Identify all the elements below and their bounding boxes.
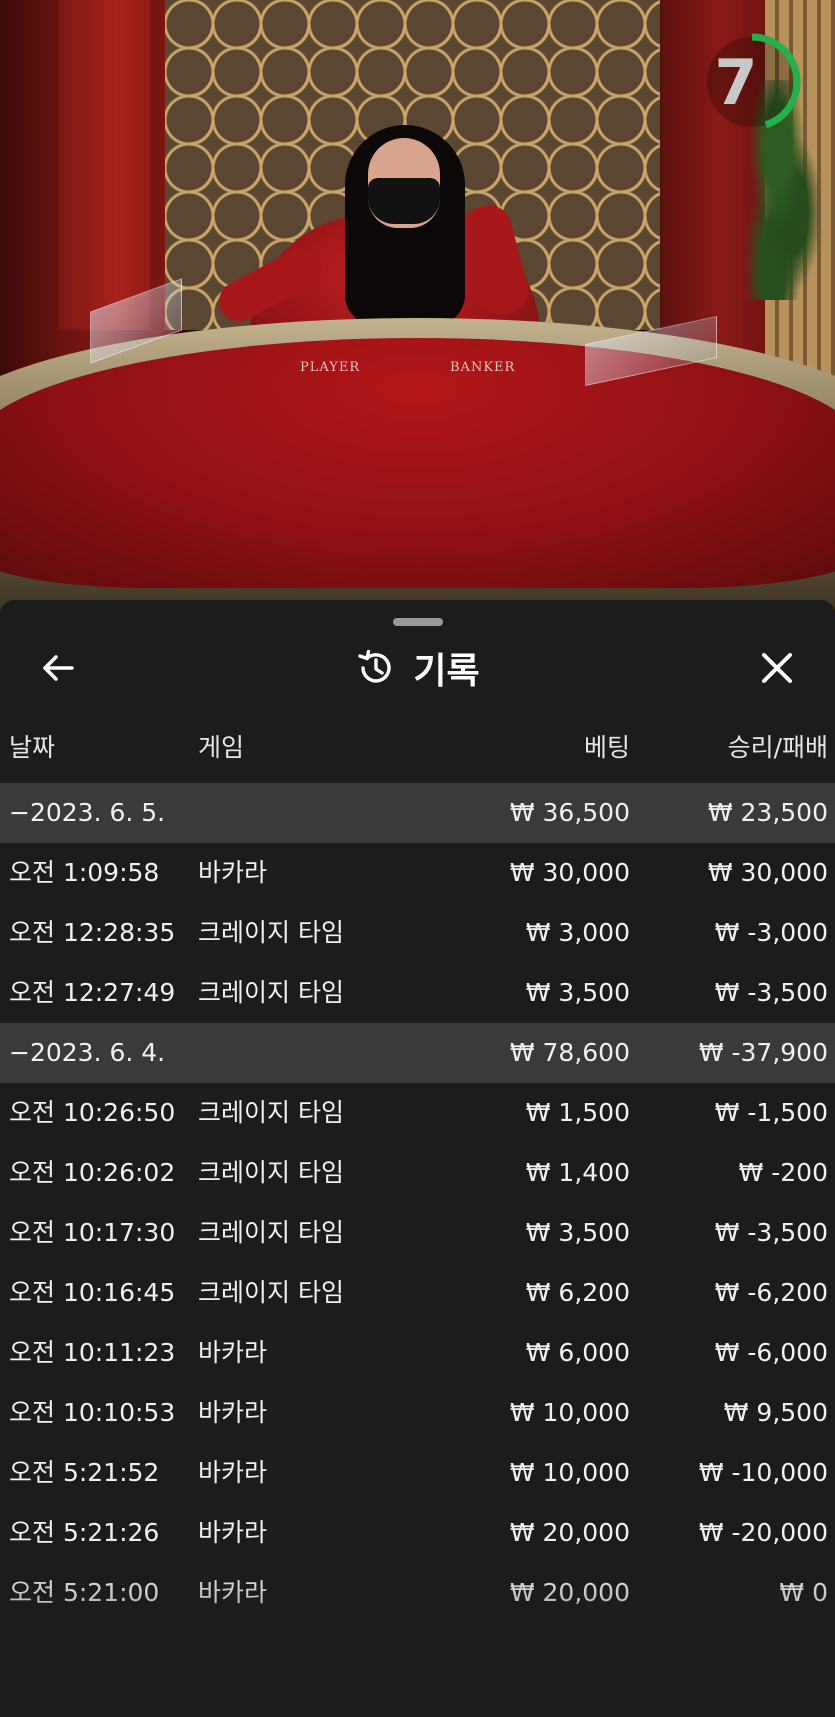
- history-row[interactable]: 오전 5:21:52 바카라 ₩ 10,000 ₩ -10,000: [0, 1443, 835, 1503]
- row-time: 오전 10:10:53: [9, 1398, 176, 1427]
- row-result: ₩ -200: [738, 1158, 828, 1187]
- row-game: 바카라: [198, 1398, 268, 1427]
- row-time: 오전 1:09:58: [9, 858, 160, 887]
- felt-label-banker: BANKER: [450, 360, 516, 375]
- row-game: 바카라: [198, 1518, 268, 1547]
- felt-label-player: PLAYER: [300, 360, 361, 375]
- countdown-timer-value: 7: [714, 45, 758, 119]
- row-game: 크레이지 타임: [198, 978, 344, 1007]
- history-row[interactable]: 오전 10:16:45 크레이지 타임 ₩ 6,200 ₩ -6,200: [0, 1263, 835, 1323]
- row-bet: ₩ 20,000: [509, 1578, 630, 1607]
- row-bet: ₩ 10,000: [509, 1398, 630, 1427]
- row-bet: ₩ 3,500: [525, 1218, 630, 1247]
- group-result-total: ₩ 23,500: [707, 798, 828, 827]
- row-time: 오전 10:26:02: [9, 1158, 176, 1187]
- row-time: 오전 10:16:45: [9, 1278, 176, 1307]
- row-time: 오전 5:21:52: [9, 1458, 160, 1487]
- live-video: PLAYER BANKER 7: [0, 0, 835, 640]
- group-bet-total: ₩ 78,600: [509, 1038, 630, 1067]
- date-group-row[interactable]: −2023. 6. 4. ₩ 78,600 ₩ -37,900: [0, 1023, 835, 1083]
- row-time: 오전 12:27:49: [9, 978, 176, 1007]
- row-bet: ₩ 6,200: [525, 1278, 630, 1307]
- history-row[interactable]: 오전 10:26:50 크레이지 타임 ₩ 1,500 ₩ -1,500: [0, 1083, 835, 1143]
- row-game: 바카라: [198, 858, 268, 887]
- row-result: ₩ -3,500: [714, 1218, 828, 1247]
- group-date: −2023. 6. 5.: [9, 798, 166, 827]
- row-bet: ₩ 1,500: [525, 1098, 630, 1127]
- row-time: 오전 12:28:35: [9, 918, 176, 947]
- row-result: ₩ -10,000: [698, 1458, 828, 1487]
- row-result: ₩ 30,000: [707, 858, 828, 887]
- back-button[interactable]: [28, 638, 88, 698]
- close-button[interactable]: [747, 638, 807, 698]
- row-time: 오전 5:21:00: [9, 1578, 160, 1607]
- history-row[interactable]: 오전 10:10:53 바카라 ₩ 10,000 ₩ 9,500: [0, 1383, 835, 1443]
- row-bet: ₩ 30,000: [509, 858, 630, 887]
- history-row[interactable]: 오전 10:26:02 크레이지 타임 ₩ 1,400 ₩ -200: [0, 1143, 835, 1203]
- history-row[interactable]: 오전 1:09:58 바카라 ₩ 30,000 ₩ 30,000: [0, 843, 835, 903]
- row-game: 크레이지 타임: [198, 918, 344, 947]
- row-time: 오전 5:21:26: [9, 1518, 160, 1547]
- column-header-date: 날짜: [9, 733, 56, 762]
- column-header-bet: 베팅: [583, 733, 630, 762]
- row-game: 크레이지 타임: [198, 1098, 344, 1127]
- row-bet: ₩ 3,000: [525, 918, 630, 947]
- row-result: ₩ -3,500: [714, 978, 828, 1007]
- row-game: 바카라: [198, 1338, 268, 1367]
- row-bet: ₩ 1,400: [525, 1158, 630, 1187]
- row-result: ₩ -20,000: [698, 1518, 828, 1547]
- history-row[interactable]: 오전 10:11:23 바카라 ₩ 6,000 ₩ -6,000: [0, 1323, 835, 1383]
- column-header-result: 승리/패배: [727, 733, 828, 762]
- group-result-total: ₩ -37,900: [698, 1038, 828, 1067]
- history-row[interactable]: 오전 12:28:35 크레이지 타임 ₩ 3,000 ₩ -3,000: [0, 903, 835, 963]
- group-date: −2023. 6. 4.: [9, 1038, 166, 1067]
- history-list: −2023. 6. 5. ₩ 36,500 ₩ 23,500 오전 1:09:58 바카…: [0, 783, 835, 1623]
- history-icon: [358, 649, 392, 683]
- row-result: ₩ -6,200: [714, 1278, 828, 1307]
- row-result: ₩ -1,500: [714, 1098, 828, 1127]
- row-game: 바카라: [198, 1578, 268, 1607]
- date-group-row[interactable]: −2023. 6. 5. ₩ 36,500 ₩ 23,500: [0, 783, 835, 843]
- row-game: 크레이지 타임: [198, 1278, 344, 1307]
- history-row[interactable]: 오전 10:17:30 크레이지 타임 ₩ 3,500 ₩ -3,500: [0, 1203, 835, 1263]
- history-row[interactable]: 오전 5:21:26 바카라 ₩ 20,000 ₩ -20,000: [0, 1503, 835, 1563]
- row-result: ₩ 9,500: [723, 1398, 828, 1427]
- row-result: ₩ 0: [779, 1578, 828, 1607]
- row-game: 크레이지 타임: [198, 1218, 344, 1247]
- row-game: 크레이지 타임: [198, 1158, 344, 1187]
- row-result: ₩ -3,000: [714, 918, 828, 947]
- arrow-left-icon: [43, 655, 74, 681]
- history-row[interactable]: 오전 5:21:00 바카라 ₩ 20,000 ₩ 0: [0, 1563, 835, 1623]
- dealer-mask: [368, 178, 440, 224]
- history-row[interactable]: 오전 12:27:49 크레이지 타임 ₩ 3,500 ₩ -3,500: [0, 963, 835, 1023]
- row-bet: ₩ 3,500: [525, 978, 630, 1007]
- close-icon: [762, 653, 792, 683]
- row-time: 오전 10:11:23: [9, 1338, 176, 1367]
- row-bet: ₩ 10,000: [509, 1458, 630, 1487]
- row-time: 오전 10:17:30: [9, 1218, 176, 1247]
- row-bet: ₩ 6,000: [525, 1338, 630, 1367]
- drag-handle[interactable]: [393, 618, 443, 626]
- history-sheet: 기록 날짜 게임 베팅 승리/패배 −2023. 6. 5. ₩ 36,500 ₩ …: [0, 600, 835, 1717]
- row-time: 오전 10:26:50: [9, 1098, 176, 1127]
- sheet-title: 기록: [413, 651, 480, 692]
- row-result: ₩ -6,000: [714, 1338, 828, 1367]
- row-bet: ₩ 20,000: [509, 1518, 630, 1547]
- sheet-header: 기록: [0, 638, 835, 698]
- row-game: 바카라: [198, 1458, 268, 1487]
- table-felt: [0, 338, 835, 588]
- column-header-game: 게임: [198, 733, 245, 762]
- group-bet-total: ₩ 36,500: [509, 798, 630, 827]
